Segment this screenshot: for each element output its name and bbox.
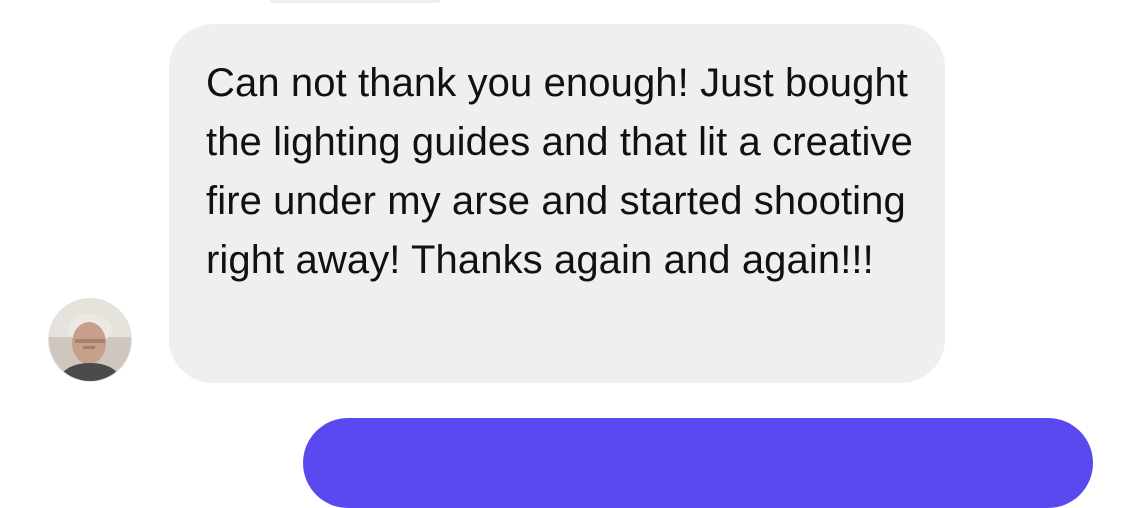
profile-photo-icon [49, 299, 131, 381]
outgoing-message-bubble[interactable] [303, 418, 1093, 508]
incoming-message-bubble[interactable]: Can not thank you enough! Just bought th… [169, 24, 945, 383]
sender-avatar[interactable] [49, 299, 131, 381]
message-text: Can not thank you enough! Just bought th… [206, 61, 913, 282]
previous-message-edge [270, 0, 440, 3]
